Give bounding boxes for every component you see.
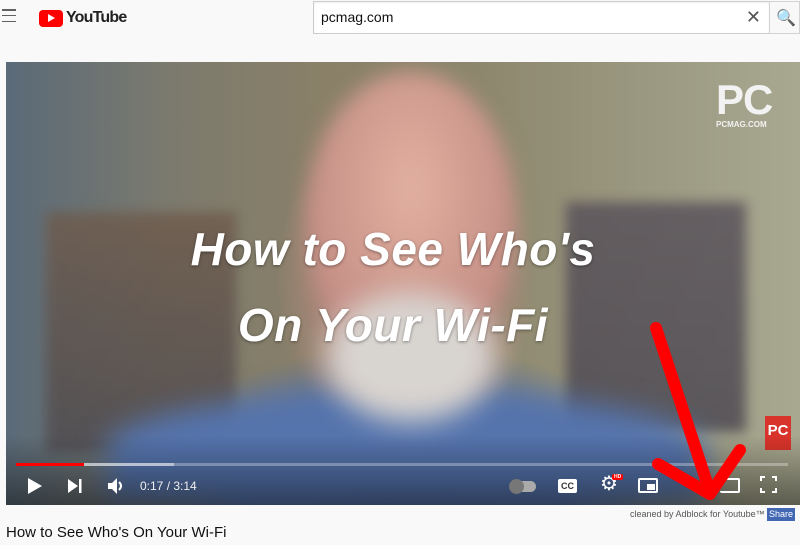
progress-bar[interactable]	[16, 463, 788, 466]
autoplay-toggle[interactable]	[509, 479, 536, 494]
controls-gradient	[6, 435, 800, 505]
volume-icon[interactable]	[108, 478, 125, 494]
next-icon[interactable]	[68, 479, 82, 493]
top-bar: YouTube ✕ 🔍	[0, 0, 800, 36]
video-player[interactable]: How to See Who's On Your Wi-Fi PC PCMAG.…	[6, 62, 800, 505]
search-icon: 🔍	[776, 10, 796, 27]
cast-icon[interactable]	[720, 478, 740, 493]
search-input[interactable]	[321, 9, 721, 25]
fullscreen-icon[interactable]	[760, 476, 777, 493]
clear-icon[interactable]: ✕	[746, 7, 761, 28]
hamburger-menu-icon[interactable]	[2, 9, 16, 22]
video-overlay-title-line2: On Your Wi-Fi	[237, 299, 549, 351]
play-icon[interactable]	[28, 478, 42, 494]
adblock-credit: cleaned by Adblock for Youtube™	[630, 509, 765, 519]
share-button[interactable]: Share	[767, 508, 796, 521]
youtube-logo[interactable]: YouTube	[39, 9, 127, 27]
watermark-pc: PC	[716, 76, 773, 123]
search-box[interactable]: ✕	[313, 1, 770, 34]
watermark-url: PCMAG.COM	[716, 120, 767, 129]
captions-button[interactable]: CC	[558, 479, 577, 493]
miniplayer-icon[interactable]	[638, 478, 658, 493]
pcmag-watermark: PC PCMAG.COM	[716, 76, 773, 130]
logo-text: YouTube	[66, 9, 127, 26]
time-display: 0:17 / 3:14	[140, 479, 197, 493]
video-title: How to See Who's On Your Wi-Fi	[6, 524, 227, 541]
hd-badge: HD	[612, 474, 624, 480]
video-overlay-title-line1: How to See Who's	[190, 223, 596, 275]
played-bar	[16, 463, 84, 466]
youtube-play-icon	[39, 9, 63, 27]
search-button[interactable]: 🔍	[769, 1, 800, 34]
